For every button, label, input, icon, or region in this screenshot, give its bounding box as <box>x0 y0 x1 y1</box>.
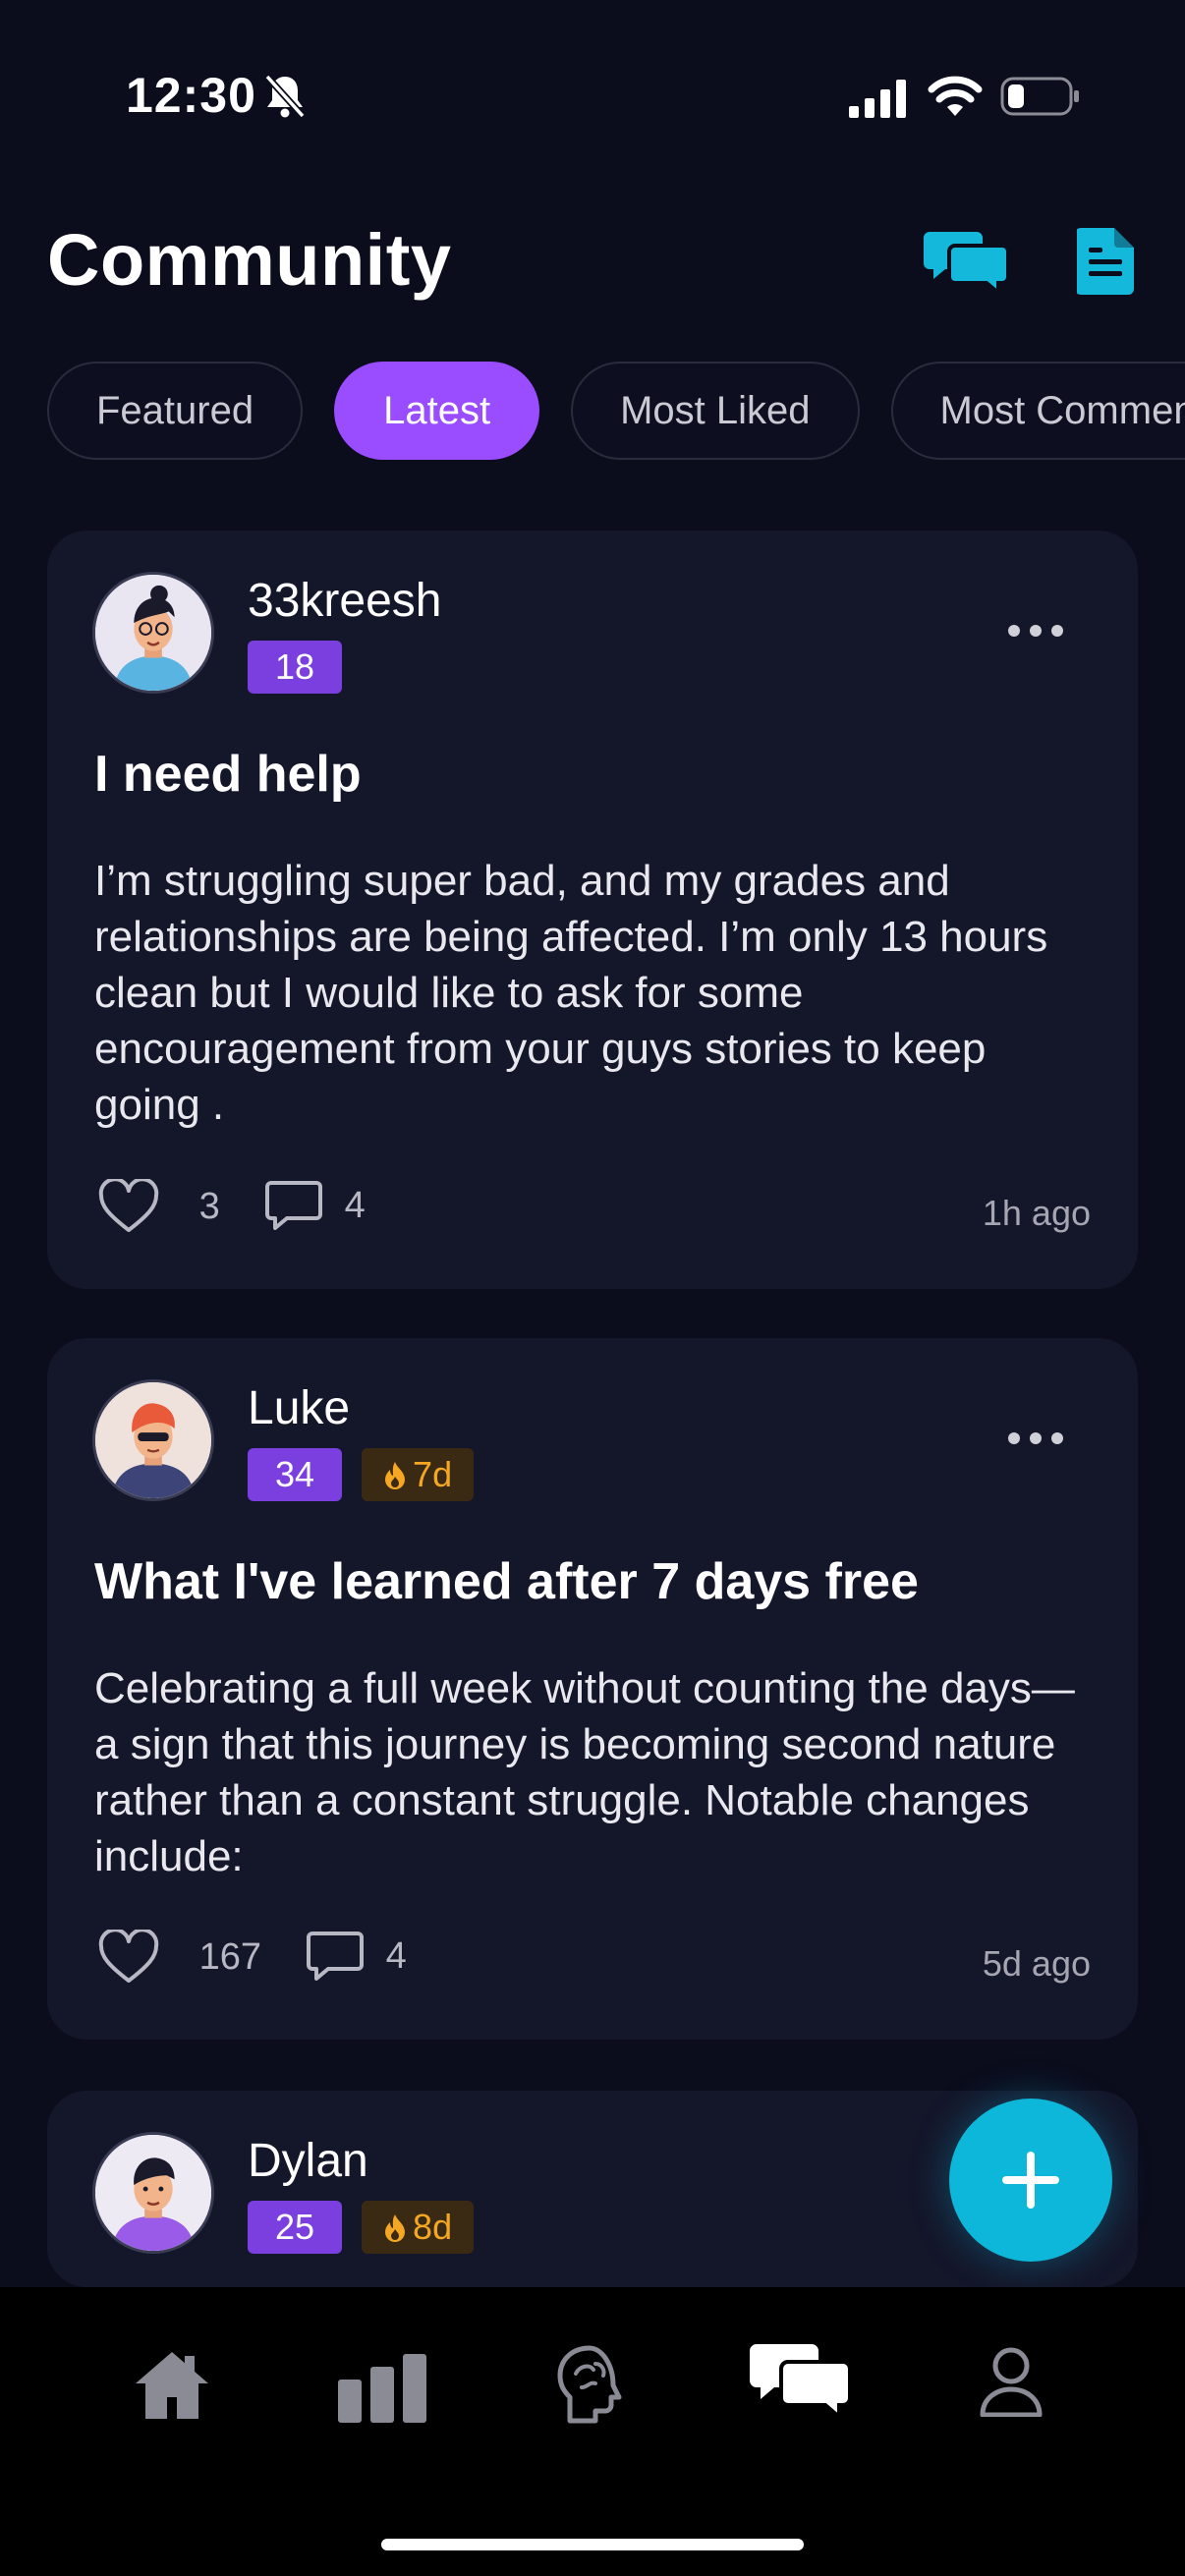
post-timestamp: 5d ago <box>982 1943 1091 1984</box>
post-timestamp: 1h ago <box>982 1193 1091 1233</box>
status-time: 12:30 <box>126 68 256 123</box>
streak-days: 8d <box>413 2207 453 2247</box>
status-bar: 12:30 <box>0 0 1185 187</box>
heart-icon <box>98 1177 159 1232</box>
flame-icon <box>385 1462 406 1489</box>
home-icon[interactable] <box>132 2348 212 2423</box>
like-button[interactable]: 167 <box>98 1928 261 1985</box>
bell-muted-icon <box>264 74 306 119</box>
streak-badge: 7d <box>362 1448 475 1501</box>
battery-icon <box>1000 77 1079 116</box>
post-body: Celebrating a full week without counting… <box>94 1664 1075 1880</box>
community-icon[interactable] <box>749 2342 851 2419</box>
profile-icon[interactable] <box>979 2346 1044 2417</box>
messages-icon[interactable] <box>924 228 1008 295</box>
post-author[interactable]: Luke <box>248 1381 350 1435</box>
more-options-icon[interactable] <box>1006 621 1065 641</box>
level-badge: 18 <box>248 641 343 694</box>
comment-icon <box>265 1181 322 1230</box>
filter-most-liked[interactable]: Most Liked <box>571 362 860 460</box>
filter-tabs: Featured Latest Most Liked Most Commented <box>47 362 1185 460</box>
avatar[interactable] <box>92 1379 214 1501</box>
post-title: I need help <box>94 746 362 803</box>
post-author[interactable]: Dylan <box>248 2134 368 2188</box>
like-count: 3 <box>198 1185 220 1227</box>
wifi-icon <box>928 76 983 116</box>
avatar-illustration <box>95 575 211 691</box>
avatar[interactable] <box>92 2132 214 2254</box>
home-indicator[interactable] <box>381 2539 804 2550</box>
comment-button[interactable]: 4 <box>265 1179 366 1232</box>
avatar[interactable] <box>92 572 214 694</box>
filter-latest[interactable]: Latest <box>334 362 540 460</box>
post-body: I’m struggling super bad, and my grades … <box>94 857 1048 1129</box>
stats-icon[interactable] <box>338 2354 426 2423</box>
plus-icon <box>1002 2152 1059 2209</box>
filter-most-commented[interactable]: Most Commented <box>890 362 1185 460</box>
streak-days: 7d <box>413 1454 453 1494</box>
comment-count: 4 <box>344 1184 366 1226</box>
post-card[interactable]: 33kreesh 18 I need help I’m struggling s… <box>47 531 1138 1289</box>
post-title: What I've learned after 7 days free <box>94 1553 919 1610</box>
filter-featured[interactable]: Featured <box>47 362 304 460</box>
author-badges: 34 7d <box>248 1448 493 1501</box>
heart-icon <box>98 1928 159 1983</box>
avatar-illustration <box>95 2135 211 2251</box>
cellular-signal-icon <box>849 80 906 118</box>
brain-icon[interactable] <box>556 2344 627 2425</box>
page-title: Community <box>47 219 452 301</box>
comment-button[interactable]: 4 <box>307 1930 407 1983</box>
post-card[interactable]: Luke 34 7d What I've learned after 7 days… <box>47 1338 1138 2040</box>
author-badges: 25 8d <box>248 2201 493 2254</box>
author-badges: 18 <box>248 641 362 694</box>
flame-icon <box>385 2214 406 2242</box>
comment-icon <box>307 1932 364 1981</box>
avatar-illustration <box>95 1382 211 1498</box>
comment-count: 4 <box>385 1934 407 1977</box>
streak-badge: 8d <box>362 2201 475 2254</box>
tab-bar <box>0 2287 1185 2576</box>
level-badge: 34 <box>248 1448 343 1501</box>
like-count: 167 <box>198 1935 261 1978</box>
level-badge: 25 <box>248 2201 343 2254</box>
new-post-button[interactable] <box>949 2099 1112 2262</box>
post-author[interactable]: 33kreesh <box>248 574 441 628</box>
document-icon[interactable] <box>1077 228 1136 295</box>
more-options-icon[interactable] <box>1006 1428 1065 1448</box>
like-button[interactable]: 3 <box>98 1177 220 1234</box>
